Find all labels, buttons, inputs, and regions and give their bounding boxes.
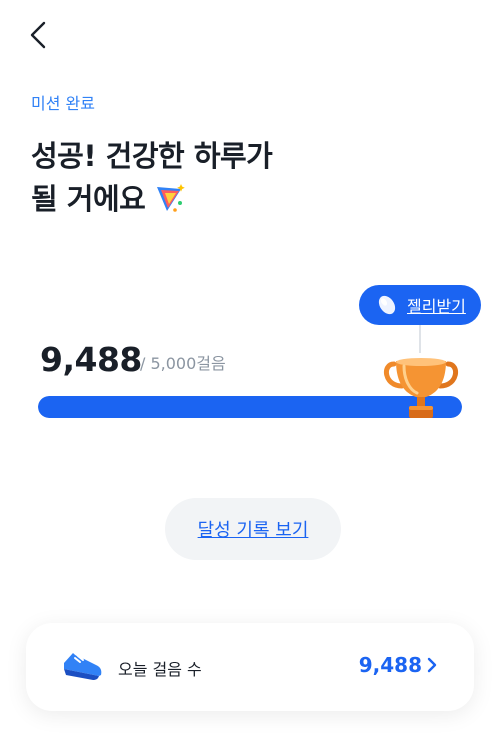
steps-count: 9,488: [40, 340, 142, 379]
jelly-reward-label: 젤리받기: [407, 297, 466, 316]
jelly-reward-button[interactable]: 젤리받기: [359, 285, 481, 325]
back-button[interactable]: [22, 18, 56, 52]
mission-status-label: 미션 완료: [31, 94, 95, 113]
party-popper-icon: [151, 181, 186, 227]
today-steps-label: 오늘 걸음 수: [118, 660, 202, 679]
chevron-left-icon: [30, 21, 46, 49]
page-title: 성공! 건강한 하루가 될 거에요: [31, 135, 273, 227]
jelly-bean-icon: [378, 295, 396, 315]
today-steps-link[interactable]: 9,488: [359, 653, 438, 677]
title-line-1: 성공! 건강한 하루가: [31, 139, 273, 173]
title-line-2-wrap: 될 거에요: [31, 178, 272, 227]
trophy-icon: [380, 356, 462, 426]
title-line-2: 될 거에요: [31, 182, 146, 216]
sneaker-icon: [60, 647, 104, 691]
today-steps-card[interactable]: 오늘 걸음 수 9,488: [26, 623, 474, 711]
achievement-history-label: 달성 기록 보기: [197, 520, 309, 541]
achievement-history-button[interactable]: 달성 기록 보기: [165, 498, 341, 560]
steps-goal: / 5,000걸음: [140, 354, 226, 373]
today-steps-value: 9,488: [358, 653, 422, 677]
reward-connector-line: [419, 325, 421, 353]
chevron-right-icon: [427, 657, 437, 673]
